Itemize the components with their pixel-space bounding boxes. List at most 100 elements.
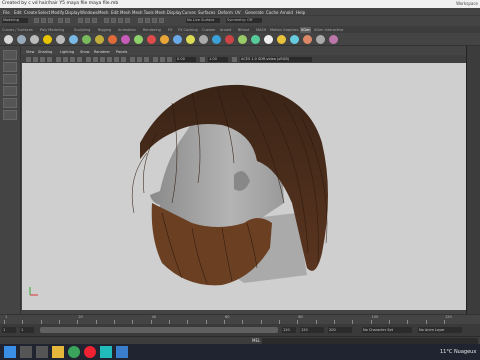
menu-select[interactable]: Select xyxy=(38,10,50,15)
snap-surface-icon[interactable] xyxy=(125,18,130,23)
menu-file[interactable]: File xyxy=(3,10,10,15)
grid-icon[interactable] xyxy=(56,56,61,62)
menu-help[interactable]: Help xyxy=(296,10,305,15)
anim-layer-select[interactable]: No Anim Layer xyxy=(418,327,462,333)
tab-poly-modeling[interactable]: Poly Modeling xyxy=(40,28,64,32)
viewport-menu-view[interactable]: View xyxy=(26,50,34,54)
redo-icon[interactable] xyxy=(65,18,70,23)
xgen-editor-icon[interactable] xyxy=(95,35,104,44)
tab-fx-caching[interactable]: FX Caching xyxy=(178,28,198,32)
tab-sculpting[interactable]: Sculpting xyxy=(74,28,90,32)
camera-attr-icon[interactable] xyxy=(33,56,38,62)
gamma-field[interactable]: 0.00 xyxy=(176,56,196,62)
menu-uv[interactable]: UV xyxy=(235,10,241,15)
xray-icon[interactable] xyxy=(160,56,165,62)
torus-icon[interactable] xyxy=(69,35,78,44)
tab-rigging[interactable]: Rigging xyxy=(98,28,111,32)
move-tool-icon[interactable] xyxy=(3,86,17,96)
tab-rendering[interactable]: Rendering xyxy=(143,28,161,32)
app-icon[interactable] xyxy=(116,346,128,358)
density-icon[interactable] xyxy=(212,35,221,44)
groom-icon[interactable] xyxy=(108,35,117,44)
new-scene-icon[interactable] xyxy=(34,18,39,23)
comb-icon[interactable] xyxy=(134,35,143,44)
shadows-icon[interactable] xyxy=(121,56,126,62)
mode-selector[interactable]: Modeling xyxy=(2,18,28,23)
range-start-field[interactable]: 1 xyxy=(2,327,16,333)
resolution-gate-icon[interactable] xyxy=(70,56,75,62)
noise-icon[interactable] xyxy=(160,35,169,44)
weather-widget[interactable]: 11°C Nuageux xyxy=(440,349,476,355)
import-icon[interactable] xyxy=(329,35,338,44)
viewport-menu-lighting[interactable]: Lighting xyxy=(60,50,74,54)
lights-icon[interactable] xyxy=(114,56,119,62)
save-scene-icon[interactable] xyxy=(48,18,53,23)
start-icon[interactable] xyxy=(4,346,16,358)
range-slider-bar[interactable] xyxy=(40,327,278,333)
menu-windows[interactable]: Windows xyxy=(80,10,98,15)
menu-generate[interactable]: Generate xyxy=(245,10,264,15)
tab-fx[interactable]: FX xyxy=(168,28,172,32)
hypershade-icon[interactable] xyxy=(159,18,164,23)
tab-bifrost[interactable]: Bifrost xyxy=(238,28,249,32)
menu-edit[interactable]: Edit xyxy=(14,10,22,15)
file-explorer-icon[interactable] xyxy=(52,346,64,358)
clump-icon[interactable] xyxy=(173,35,182,44)
tab-custom[interactable]: Custom xyxy=(202,28,215,32)
exposure-icon[interactable] xyxy=(200,56,205,62)
range-end2-field[interactable]: 200 xyxy=(328,327,352,333)
render-frame-icon[interactable] xyxy=(138,18,143,23)
snap-point-icon[interactable] xyxy=(118,18,123,23)
menu-create[interactable]: Create xyxy=(24,10,37,15)
maya-icon[interactable] xyxy=(100,346,112,358)
film-gate-icon[interactable] xyxy=(63,56,68,62)
anti-aliasing-icon[interactable] xyxy=(144,56,149,62)
undo-icon[interactable] xyxy=(58,18,63,23)
coil-icon[interactable] xyxy=(186,35,195,44)
image-plane-icon[interactable] xyxy=(47,56,52,62)
menu-mesh[interactable]: Mesh xyxy=(98,10,109,15)
lasso-tool-icon[interactable] xyxy=(3,62,17,72)
viewport-menu-renderer[interactable]: Renderer xyxy=(94,50,110,54)
width-icon[interactable] xyxy=(238,35,247,44)
menu-modify[interactable]: Modify xyxy=(51,10,64,15)
menu-mesh-display[interactable]: Mesh Display xyxy=(155,10,182,15)
viewport-menu-show[interactable]: Show xyxy=(80,50,89,54)
menu-deform[interactable]: Deform xyxy=(218,10,233,15)
cube-icon[interactable] xyxy=(17,35,26,44)
tab-mash[interactable]: MASH xyxy=(256,28,266,32)
menu-cache[interactable]: Cache xyxy=(266,10,278,15)
ipr-render-icon[interactable] xyxy=(145,18,150,23)
viewport-menu-panels[interactable]: Panels xyxy=(116,50,127,54)
playback-end-field[interactable]: 120 xyxy=(282,327,296,333)
exposure-field[interactable]: 1.00 xyxy=(208,56,228,62)
tab-arnold[interactable]: Arnold xyxy=(220,28,231,32)
xray-joints-icon[interactable] xyxy=(167,56,172,62)
sphere-icon[interactable] xyxy=(4,35,13,44)
render-icon[interactable] xyxy=(264,35,273,44)
rotate-tool-icon[interactable] xyxy=(3,98,17,108)
smooth-shade-icon[interactable] xyxy=(93,56,98,62)
viewport-menu-shading[interactable]: Shading xyxy=(38,50,52,54)
cylinder-icon[interactable] xyxy=(30,35,39,44)
workspace-label[interactable]: Workspace xyxy=(456,1,478,6)
xgen-description-icon[interactable] xyxy=(82,35,91,44)
select-component-icon[interactable] xyxy=(92,18,97,23)
attribute-panel[interactable] xyxy=(466,46,480,314)
select-hierarchy-icon[interactable] xyxy=(78,18,83,23)
menu-edit-mesh[interactable]: Edit Mesh xyxy=(111,10,131,15)
scale-tool-icon[interactable] xyxy=(3,110,17,120)
viewport-3d[interactable] xyxy=(22,63,466,310)
smooth-icon[interactable] xyxy=(199,35,208,44)
snap-curve-icon[interactable] xyxy=(111,18,116,23)
length-icon[interactable] xyxy=(225,35,234,44)
camera-icon[interactable] xyxy=(26,56,31,62)
command-language-label[interactable]: MEL xyxy=(252,338,260,343)
tab-motion-graphics[interactable]: Motion Graphics xyxy=(270,28,298,32)
expression-icon[interactable] xyxy=(290,35,299,44)
open-scene-icon[interactable] xyxy=(41,18,46,23)
textured-icon[interactable] xyxy=(107,56,112,62)
color-space-select[interactable]: ACES 1.0 SDR-video (sRGB) xyxy=(240,56,312,62)
search-icon[interactable] xyxy=(20,346,32,358)
gate-mask-icon[interactable] xyxy=(77,56,82,62)
